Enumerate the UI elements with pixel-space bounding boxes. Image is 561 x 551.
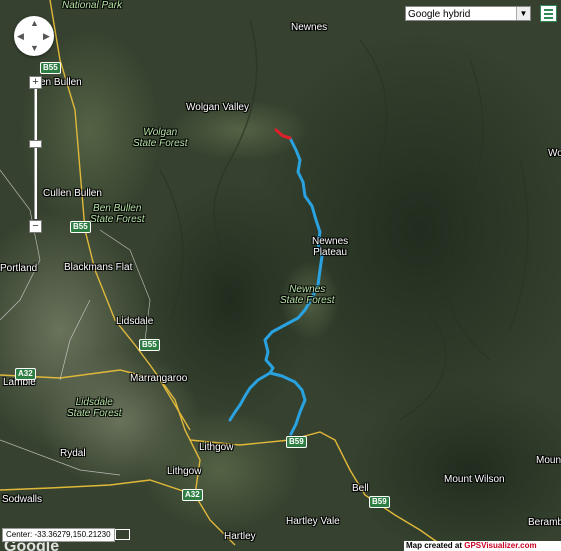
map-canvas[interactable]: National Park Newnes en Bullen Wolgan Va… [0, 0, 561, 551]
map-type-value: Google hybrid [408, 9, 471, 20]
route-shield-b59-2: B59 [369, 496, 390, 508]
menu-icon [544, 9, 553, 11]
zoom-slider-thumb[interactable] [29, 140, 42, 148]
route-shield-b55-2: B55 [70, 221, 91, 233]
label-sodwalls: Sodwalls [2, 494, 43, 505]
label-blackmans-flat: Blackmans Flat [64, 262, 133, 273]
label-lithgow: Lithgow [199, 442, 234, 453]
pan-right-icon[interactable]: ▶ [43, 32, 50, 41]
label-rydal: Rydal [60, 448, 86, 459]
label-newnes-state-forest: Newnes State Forest [280, 284, 335, 306]
pan-left-icon[interactable]: ◀ [17, 32, 24, 41]
label-lidsdale: Lidsdale [116, 316, 154, 327]
label-hartley-vale: Hartley Vale [286, 516, 340, 527]
label-mount-wilson: Mount Wilson [444, 474, 505, 485]
label-wolgan-state-forest: Wolgan State Forest [133, 127, 188, 149]
pan-control[interactable]: ▲ ▼ ◀ ▶ [14, 16, 54, 56]
label-cullen-bullen: Cullen Bullen [43, 188, 102, 199]
route-shield-b59: B59 [286, 436, 307, 448]
pan-down-icon[interactable]: ▼ [30, 44, 39, 53]
label-portland: Portland [0, 263, 38, 274]
label-lidsdale-state-forest: Lidsdale State Forest [67, 397, 122, 419]
label-newnes: Newnes [291, 22, 328, 33]
gps-track [228, 128, 324, 436]
center-coordinates: Center: -33.36279,150.21230 [2, 528, 115, 542]
label-ben-bullen-state-forest: Ben Bullen State Forest [90, 203, 145, 225]
scale-ruler-icon[interactable] [115, 529, 130, 540]
label-berambi: Berambi [528, 517, 561, 528]
label-marrangaroo: Marrangaroo [130, 373, 188, 384]
zoom-in-button[interactable]: + [29, 76, 42, 89]
label-national-park: National Park [62, 0, 123, 11]
label-newnes-plateau: Newnes Plateau [312, 236, 349, 258]
label-bell: Bell [352, 483, 369, 494]
label-ben-bullen: en Bullen [40, 77, 82, 88]
zoom-out-button[interactable]: − [29, 220, 42, 233]
label-wolgan-valley: Wolgan Valley [186, 102, 249, 113]
menu-button[interactable] [540, 5, 557, 22]
route-shield-a32: A32 [15, 368, 36, 380]
label-hartley: Hartley [224, 531, 256, 542]
pan-up-icon[interactable]: ▲ [30, 19, 39, 28]
credit-prefix: Map created at [406, 541, 465, 550]
zoom-slider-track[interactable] [34, 88, 37, 219]
route-shield-a32-2: A32 [182, 489, 203, 501]
map-type-select[interactable]: Google hybrid ▼ [405, 6, 531, 21]
credit-link[interactable]: GPSVisualizer.com [464, 541, 536, 550]
label-wo: Wo [548, 148, 561, 159]
route-shield-b55: B55 [40, 62, 61, 74]
chevron-down-icon[interactable]: ▼ [516, 7, 530, 20]
label-lithgow-2: Lithgow [167, 466, 202, 477]
label-mount-w: Moun W [536, 455, 561, 466]
map-credit: Map created at GPSVisualizer.com [404, 541, 561, 551]
route-shield-b55-3: B55 [139, 339, 160, 351]
